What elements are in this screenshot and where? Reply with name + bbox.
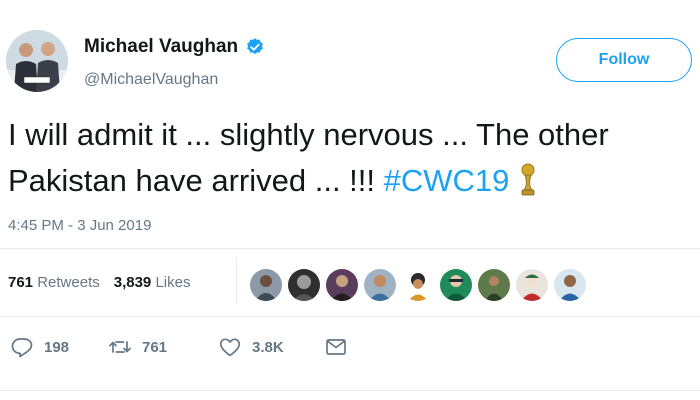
retweet-button[interactable]: 761 xyxy=(108,335,218,359)
retweets-stat[interactable]: 761 Retweets xyxy=(8,274,100,291)
follow-button[interactable]: Follow xyxy=(556,38,692,82)
likes-label: Likes xyxy=(155,274,191,291)
reply-icon xyxy=(11,338,33,358)
tweet-line-2: Pakistan have arrived ... !!! #CWC19 xyxy=(8,158,700,204)
likes-count: 3,839 xyxy=(113,274,152,291)
liker-avatar[interactable] xyxy=(516,269,548,301)
liker-avatar[interactable] xyxy=(288,269,320,301)
liker-avatar[interactable] xyxy=(440,269,472,301)
envelope-icon xyxy=(326,339,346,355)
liker-avatar[interactable] xyxy=(554,269,586,301)
like-button[interactable]: 3.8K xyxy=(218,335,324,359)
liker-avatar[interactable] xyxy=(250,269,282,301)
retweet-icon xyxy=(109,341,131,353)
trophy-icon xyxy=(521,163,535,196)
tweet-stats: 761 Retweets 3,839 Likes xyxy=(8,274,190,291)
divider xyxy=(0,248,700,249)
tweet-line-2-text: Pakistan have arrived ... !!! xyxy=(8,163,384,198)
retweets-label: Retweets xyxy=(37,274,100,291)
liker-avatars xyxy=(250,269,586,301)
reply-count: 198 xyxy=(44,338,70,356)
author-name[interactable]: Michael Vaughan xyxy=(84,36,238,58)
author-handle[interactable]: @MichaelVaughan xyxy=(84,71,218,89)
verified-badge-icon xyxy=(247,38,264,55)
author-avatar[interactable] xyxy=(6,30,68,92)
hashtag-link[interactable]: #CWC19 xyxy=(384,163,510,198)
tweet-line-1: I will admit it ... slightly nervous ...… xyxy=(8,117,609,152)
like-count: 3.8K xyxy=(252,338,284,356)
author-name-row[interactable]: Michael Vaughan xyxy=(84,36,265,58)
tweet-timestamp[interactable]: 4:45 PM - 3 Jun 2019 xyxy=(8,217,151,234)
likes-stat[interactable]: 3,839 Likes xyxy=(114,274,191,291)
liker-avatar[interactable] xyxy=(402,269,434,301)
divider xyxy=(0,316,700,317)
tweet-actions: 198 761 3.8K xyxy=(10,335,348,359)
divider xyxy=(0,390,700,391)
liker-avatar[interactable] xyxy=(478,269,510,301)
tweet-text: I will admit it ... slightly nervous ...… xyxy=(8,112,700,204)
reply-button[interactable]: 198 xyxy=(10,335,108,359)
liker-avatar[interactable] xyxy=(326,269,358,301)
stats-separator xyxy=(236,258,237,304)
retweets-count: 761 xyxy=(8,274,34,291)
heart-icon xyxy=(219,338,241,357)
liker-avatar[interactable] xyxy=(364,269,396,301)
direct-message-button[interactable] xyxy=(324,335,348,359)
retweet-count: 761 xyxy=(142,338,168,356)
